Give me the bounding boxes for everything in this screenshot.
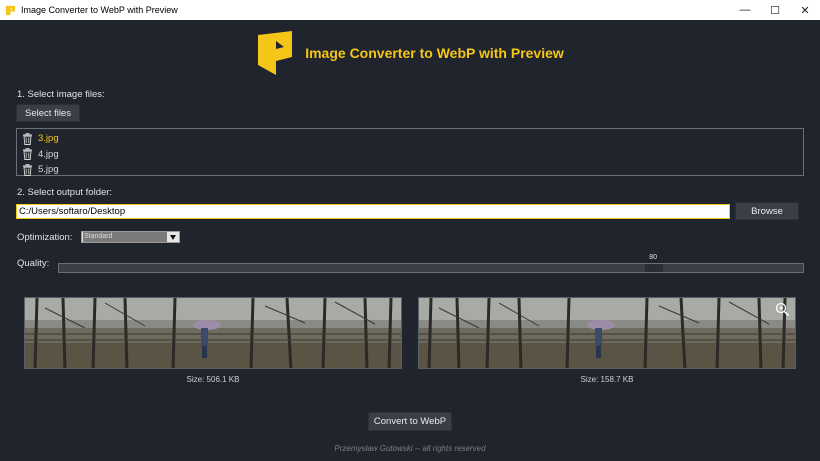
file-name: 4.jpg <box>38 148 59 160</box>
trash-icon[interactable] <box>22 163 33 176</box>
slider-thumb[interactable] <box>645 264 664 272</box>
window-title: Image Converter to WebP with Preview <box>21 5 178 15</box>
forest-scene-image <box>419 298 795 368</box>
output-folder-label: 2. Select output folder: <box>17 187 113 198</box>
list-item[interactable]: 5.jpg <box>17 162 803 178</box>
zoom-in-icon[interactable] <box>775 302 790 317</box>
file-name: 3.jpg <box>38 133 59 145</box>
title-bar: Image Converter to WebP with Preview — ☐… <box>0 0 820 20</box>
maximize-button[interactable]: ☐ <box>760 0 790 20</box>
select-files-button[interactable]: Select files <box>16 104 80 122</box>
original-preview <box>24 297 402 369</box>
file-name: 5.jpg <box>38 164 59 176</box>
chevron-down-icon[interactable] <box>170 234 176 240</box>
trash-icon[interactable] <box>22 132 33 145</box>
close-button[interactable]: ✕ <box>790 0 820 20</box>
webp-logo-icon <box>258 31 293 75</box>
quality-slider[interactable] <box>58 263 804 273</box>
trash-icon[interactable] <box>22 148 33 161</box>
app-heading: Image Converter to WebP with Preview <box>305 45 564 61</box>
app-logo-icon <box>5 5 16 15</box>
optimization-value: Standard <box>83 232 167 242</box>
original-size-label: Size: 506.1 KB <box>186 375 240 384</box>
app-header: Image Converter to WebP with Preview <box>0 31 820 75</box>
webp-preview <box>418 297 796 369</box>
quality-label: Quality: <box>17 258 50 269</box>
output-path-input[interactable]: C:/Users/softaro/Desktop <box>16 204 730 219</box>
optimization-select[interactable]: Standard <box>81 231 180 243</box>
forest-scene-image <box>25 298 401 368</box>
select-files-label: 1. Select image files: <box>17 89 105 100</box>
list-item[interactable]: 3.jpg <box>17 131 803 147</box>
optimization-label: Optimization: <box>17 232 73 243</box>
file-list[interactable]: 3.jpg 4.jpg 5.jpg <box>16 128 804 176</box>
webp-size-label: Size: 158.7 KB <box>580 375 634 384</box>
list-item[interactable]: 4.jpg <box>17 147 803 163</box>
quality-value: 80 <box>649 254 657 261</box>
browse-button[interactable]: Browse <box>735 202 799 220</box>
minimize-button[interactable]: — <box>730 0 760 20</box>
convert-button[interactable]: Convert to WebP <box>368 412 452 431</box>
footer-credit: Przemysław Gutowski -- all rights reserv… <box>334 444 486 453</box>
